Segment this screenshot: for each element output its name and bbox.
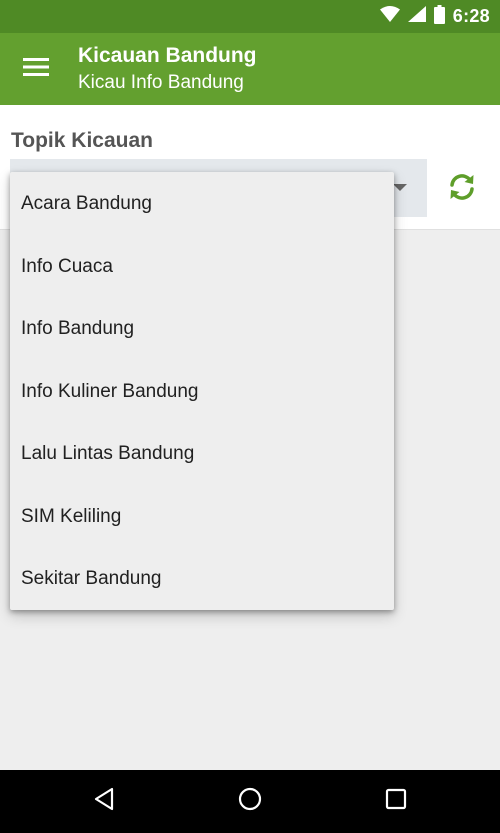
dropdown-item[interactable]: Acara Bandung: [10, 173, 394, 236]
home-icon: [238, 787, 262, 816]
topic-label: Topik Kicauan: [11, 129, 153, 152]
dropdown-item[interactable]: Sekitar Bandung: [10, 548, 394, 611]
back-icon: [92, 787, 116, 816]
status-bar: 6:28: [0, 0, 500, 33]
menu-button[interactable]: [14, 51, 58, 87]
cell-signal-icon: [407, 6, 426, 27]
status-icons: 6:28: [379, 0, 490, 33]
dropdown-item[interactable]: Lalu Lintas Bandung: [10, 423, 394, 486]
hamburger-menu-icon: [23, 57, 49, 81]
status-time: 6:28: [452, 6, 490, 26]
refresh-icon: [446, 171, 478, 208]
recents-icon: [385, 788, 407, 815]
dropdown-item[interactable]: Info Bandung: [10, 298, 394, 361]
wifi-icon: [379, 6, 400, 27]
dropdown-item[interactable]: SIM Keliling: [10, 486, 394, 549]
dropdown-arrow-icon: [393, 184, 407, 191]
navigation-bar: [0, 770, 500, 833]
topic-dropdown-menu: Acara Bandung Info Cuaca Info Bandung In…: [10, 172, 394, 610]
app-title: Kicauan Bandung: [78, 44, 257, 67]
app-subtitle: Kicau Info Bandung: [78, 72, 244, 93]
back-button[interactable]: [64, 770, 144, 833]
recents-button[interactable]: [356, 770, 436, 833]
home-button[interactable]: [210, 770, 290, 833]
refresh-button[interactable]: [440, 167, 484, 211]
battery-icon: [433, 4, 445, 29]
dropdown-item[interactable]: Info Kuliner Bandung: [10, 361, 394, 424]
app-bar: Kicauan Bandung Kicau Info Bandung: [0, 33, 500, 105]
dropdown-item[interactable]: Info Cuaca: [10, 236, 394, 299]
app-titles: Kicauan Bandung Kicau Info Bandung: [78, 43, 257, 96]
